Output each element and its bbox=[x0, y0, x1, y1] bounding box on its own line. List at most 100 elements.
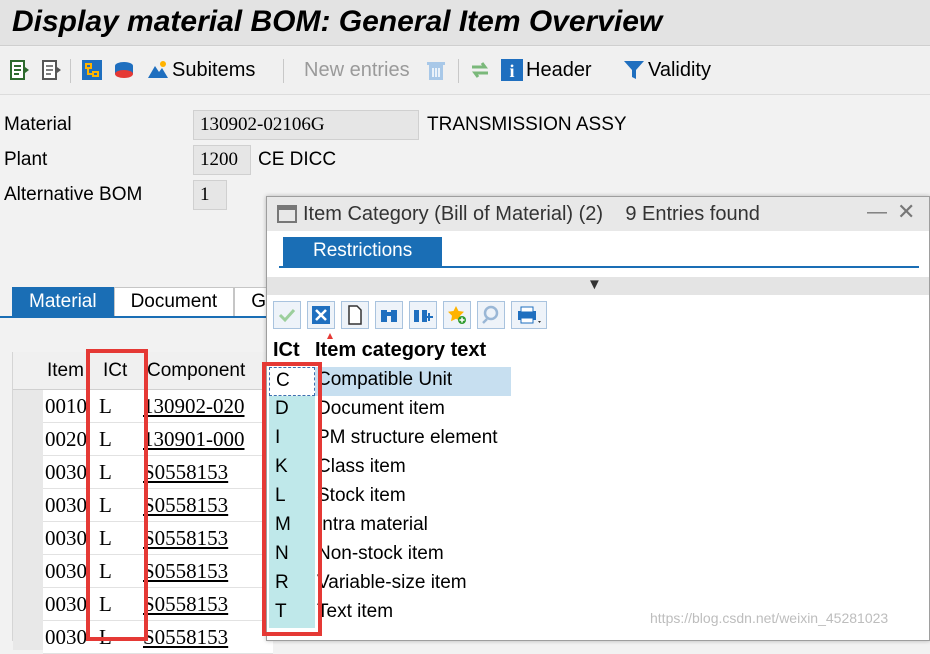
table-row[interactable]: 0030 L S0558153 bbox=[43, 489, 273, 522]
column-header-item[interactable]: Item bbox=[47, 360, 84, 382]
item-cell: 0030 bbox=[45, 460, 87, 484]
component-link[interactable]: S0558153 bbox=[143, 526, 228, 551]
component-link[interactable]: S0558153 bbox=[143, 559, 228, 584]
subitems-label: Subitems bbox=[172, 58, 256, 81]
star-plus-icon bbox=[448, 306, 466, 324]
component-link[interactable]: 130901-000 bbox=[143, 427, 245, 452]
table-row[interactable]: 0020 L 130901-000 bbox=[43, 423, 273, 456]
dialog-window-icon bbox=[277, 205, 297, 223]
find-button[interactable] bbox=[375, 301, 403, 329]
dialog-tab-underline bbox=[279, 266, 919, 268]
other-bom-button[interactable] bbox=[40, 55, 64, 85]
print-stack-button[interactable] bbox=[112, 55, 136, 85]
checkmark-icon bbox=[278, 308, 296, 323]
dialog-toolbar bbox=[273, 301, 553, 331]
item-category-text: Variable-size item bbox=[315, 570, 511, 599]
item-cell: 0030 bbox=[45, 526, 87, 550]
header-label: Header bbox=[526, 58, 592, 81]
confirm-button[interactable] bbox=[273, 301, 301, 329]
display-change-icon bbox=[10, 60, 29, 80]
table-row[interactable]: 0030 L S0558153 bbox=[43, 456, 273, 489]
item-tabs: Material Document G bbox=[12, 287, 283, 317]
table-row[interactable]: 0030 L S0558153 bbox=[43, 588, 273, 621]
information-button[interactable] bbox=[477, 301, 505, 329]
item-category-dialog: Item Category (Bill of Material) (2) 9 E… bbox=[266, 196, 930, 641]
collapse-arrow-icon[interactable]: ▼ bbox=[587, 276, 602, 293]
header-button[interactable]: i Header bbox=[500, 55, 592, 85]
item-cell: 0030 bbox=[45, 559, 87, 583]
filter-icon bbox=[624, 61, 644, 79]
new-entries-label: New entries bbox=[304, 58, 410, 81]
delete-button[interactable] bbox=[424, 55, 448, 85]
plant-label: Plant bbox=[4, 149, 48, 170]
application-toolbar: Subitems New entries i Header Validity bbox=[0, 47, 930, 95]
svg-text:i: i bbox=[509, 61, 514, 81]
ict-codes-highlight bbox=[262, 362, 322, 636]
item-category-text: Stock item bbox=[315, 483, 511, 512]
component-link[interactable]: S0558153 bbox=[143, 460, 228, 485]
alternative-bom-field[interactable]: 1 bbox=[193, 180, 227, 210]
mountain-icon bbox=[148, 61, 168, 78]
component-link[interactable]: S0558153 bbox=[143, 592, 228, 617]
add-favorite-button[interactable] bbox=[443, 301, 471, 329]
result-list-header: ICt Item category text bbox=[273, 333, 923, 365]
table-row[interactable]: 0030 L S0558153 bbox=[43, 621, 273, 654]
toolbar-separator bbox=[70, 59, 71, 83]
find-next-button[interactable] bbox=[409, 301, 437, 329]
close-icon[interactable]: ✕ bbox=[897, 199, 915, 225]
column-header-component[interactable]: Component bbox=[147, 360, 245, 382]
validity-button[interactable]: Validity bbox=[622, 55, 711, 85]
dialog-title: Item Category (Bill of Material) (2) 9 E… bbox=[303, 203, 760, 225]
item-cell: 0010 bbox=[45, 394, 87, 418]
dialog-title-bar: Item Category (Bill of Material) (2) 9 E… bbox=[267, 197, 929, 231]
column-header-item-category-text[interactable]: Item category text bbox=[315, 339, 486, 362]
cancel-button[interactable] bbox=[307, 301, 335, 329]
minimize-icon[interactable]: — bbox=[867, 201, 887, 224]
component-link[interactable]: S0558153 bbox=[143, 625, 228, 650]
ict-column-highlight bbox=[86, 349, 148, 641]
info-icon: i bbox=[501, 59, 523, 81]
tab-document[interactable]: Document bbox=[113, 287, 235, 317]
item-category-text: Text item bbox=[315, 599, 511, 628]
exchange-arrows-icon bbox=[472, 62, 488, 78]
new-entries-button[interactable]: New entries bbox=[302, 55, 410, 85]
stack-icon bbox=[115, 62, 133, 78]
printer-icon bbox=[518, 306, 541, 324]
help-tool-icon bbox=[482, 305, 499, 324]
print-button[interactable] bbox=[511, 301, 547, 329]
hierarchy-icon bbox=[82, 60, 102, 80]
refresh-button[interactable] bbox=[468, 55, 492, 85]
tab-material[interactable]: Material bbox=[12, 287, 114, 317]
column-header-ict[interactable]: ICt bbox=[273, 339, 300, 362]
material-label: Material bbox=[4, 114, 72, 135]
binoculars-icon bbox=[381, 310, 397, 322]
item-cell: 0020 bbox=[45, 427, 87, 451]
item-category-text: Intra material bbox=[315, 512, 511, 541]
table-row[interactable]: 0030 L S0558153 bbox=[43, 522, 273, 555]
table-row[interactable]: 0030 L S0558153 bbox=[43, 555, 273, 588]
item-category-text: Compatible Unit bbox=[315, 367, 511, 396]
document-arrow-icon bbox=[42, 60, 61, 80]
plant-field[interactable]: 1200 bbox=[193, 145, 251, 175]
title-bar: Display material BOM: General Item Overv… bbox=[0, 0, 930, 46]
material-field[interactable]: 130902-02106G bbox=[193, 110, 419, 140]
cancel-icon bbox=[312, 306, 330, 324]
component-link[interactable]: S0558153 bbox=[143, 493, 228, 518]
item-cell: 0030 bbox=[45, 592, 87, 616]
toolbar-separator bbox=[458, 59, 459, 83]
trash-icon bbox=[427, 62, 445, 80]
table-row[interactable]: 0010 L 130902-020 bbox=[43, 390, 273, 423]
restrictions-splitter[interactable]: ▼ bbox=[267, 276, 929, 295]
new-search-button[interactable] bbox=[341, 301, 369, 329]
component-link[interactable]: 130902-020 bbox=[143, 394, 245, 419]
watermark: https://blog.csdn.net/weixin_45281023 bbox=[650, 610, 889, 626]
binoculars-plus-icon bbox=[414, 310, 433, 322]
tab-restrictions[interactable]: Restrictions bbox=[283, 237, 443, 267]
subitems-button[interactable]: Subitems bbox=[146, 55, 255, 85]
row-selector-column[interactable] bbox=[13, 390, 43, 650]
item-cell: 0030 bbox=[45, 625, 87, 649]
where-used-button[interactable] bbox=[80, 55, 104, 85]
display-change-button[interactable] bbox=[8, 55, 32, 85]
item-category-text: Class item bbox=[315, 454, 511, 483]
material-description: TRANSMISSION ASSY bbox=[427, 114, 627, 135]
